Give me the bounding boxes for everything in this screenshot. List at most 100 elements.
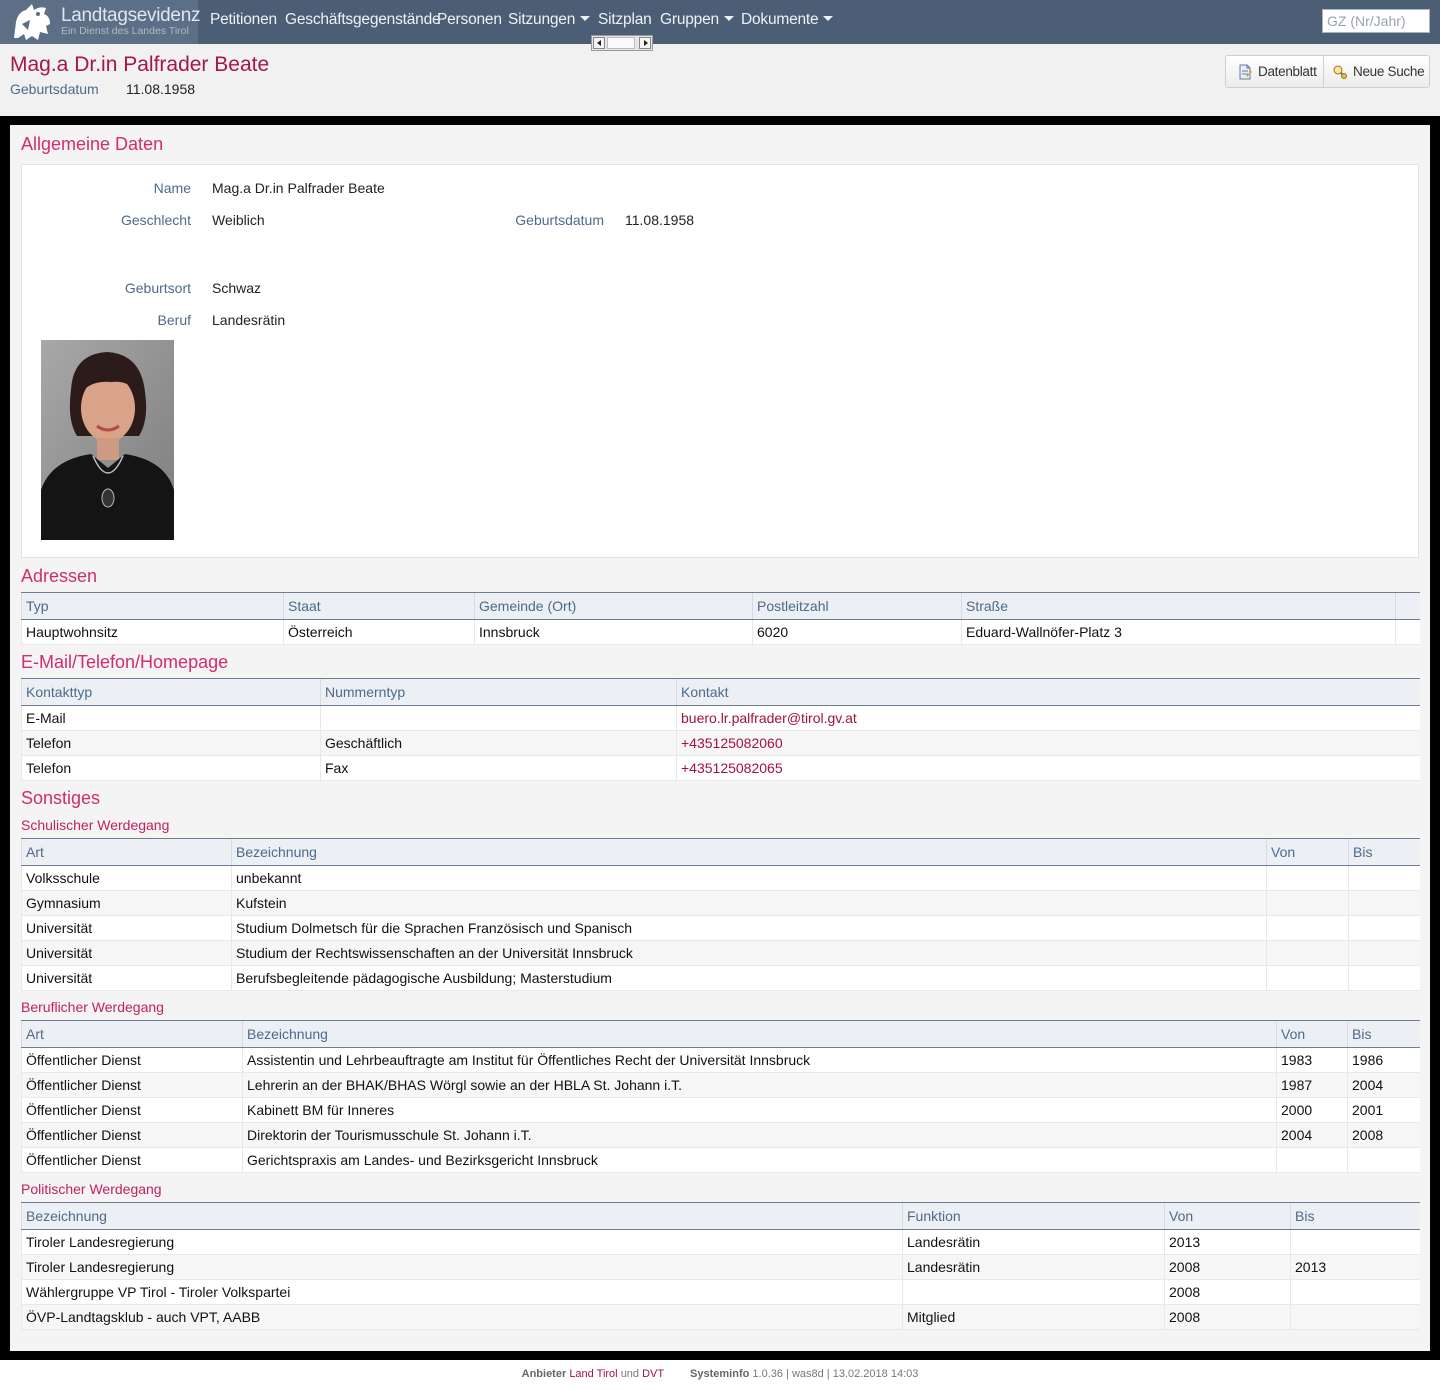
column-header[interactable]: Bis xyxy=(1347,1020,1420,1048)
cell: Universität xyxy=(21,940,232,966)
cell: Öffentlicher Dienst xyxy=(21,1097,243,1123)
nav-sitzplan[interactable]: Sitzplan xyxy=(598,11,652,29)
column-header[interactable]: Bezeichnung xyxy=(231,838,1267,866)
cell: Öffentlicher Dienst xyxy=(21,1072,243,1098)
column-header[interactable]: Kontakttyp xyxy=(21,678,321,706)
cell xyxy=(1266,865,1349,891)
nav-personen[interactable]: Personen xyxy=(437,11,502,29)
table-row[interactable]: Öffentlicher Dienst Lehrerin an der BHAK/… xyxy=(21,1072,1420,1098)
table-row[interactable]: Öffentlicher Dienst Kabinett BM für Inner… xyxy=(21,1097,1420,1123)
column-header[interactable]: Bis xyxy=(1290,1202,1420,1230)
section-title-sonstiges: Sonstiges xyxy=(21,788,101,808)
section-title-kontakte: E-Mail/Telefon/Homepage xyxy=(21,652,229,672)
datenblatt-button[interactable]: Datenblatt xyxy=(1237,56,1317,87)
column-header[interactable]: Von xyxy=(1164,1202,1291,1230)
table-header-row: Bezeichnung Funktion Von Bis xyxy=(21,1202,1420,1230)
cell: Volksschule xyxy=(21,865,232,891)
subtitle-politischer-werdegang: Politischer Werdegang xyxy=(21,1181,162,1197)
section-title-allgemeine-daten: Allgemeine Daten xyxy=(21,134,164,154)
cell: Fax xyxy=(320,755,677,781)
nav-horizontal-scrollbar[interactable] xyxy=(591,35,653,51)
table-row[interactable]: Gymnasium Kufstein xyxy=(21,890,1420,916)
table-header-row: Art Bezeichnung Von Bis xyxy=(21,838,1420,866)
column-header[interactable]: Nummerntyp xyxy=(320,678,677,706)
nav-petitionen[interactable]: Petitionen xyxy=(210,11,277,29)
cell: 2004 xyxy=(1276,1122,1348,1148)
scroll-right-arrow-icon[interactable] xyxy=(639,37,651,49)
column-header[interactable]: Von xyxy=(1276,1020,1348,1048)
table-row[interactable]: Wählergruppe VP Tirol - Tiroler Volkspar… xyxy=(21,1279,1420,1305)
cell: Studium Dolmetsch für die Sprachen Franz… xyxy=(231,915,1267,941)
table-row[interactable]: ÖVP-Landtagsklub - auch VPT, AABB Mitglie… xyxy=(21,1304,1420,1330)
column-header[interactable]: Postleitzahl xyxy=(752,592,962,620)
neue-suche-button[interactable]: Neue Suche xyxy=(1332,56,1425,87)
cell: unbekannt xyxy=(231,865,1267,891)
scroll-thumb[interactable] xyxy=(607,37,635,49)
cell: Landesrätin xyxy=(902,1229,1165,1255)
table-row[interactable]: Telefon Fax +435125082065 xyxy=(21,755,1420,781)
job-label: Beruf xyxy=(157,312,191,328)
column-header[interactable]: Von xyxy=(1266,838,1349,866)
column-header[interactable]: Staat xyxy=(283,592,475,620)
document-icon xyxy=(1239,64,1252,79)
nav-dokumente-dropdown[interactable]: Dokumente xyxy=(741,11,834,29)
brand[interactable]: Landtagsevidenz Ein Dienst des Landes Ti… xyxy=(0,0,200,44)
cell xyxy=(1348,965,1420,991)
table-row[interactable]: Öffentlicher Dienst Direktorin der Touris… xyxy=(21,1122,1420,1148)
column-header[interactable]: Art xyxy=(21,838,232,866)
column-header-empty xyxy=(1395,592,1420,620)
person-header: Mag.a Dr.in Palfrader Beate Geburtsdatum… xyxy=(0,44,1440,116)
nav-geschaeftsgegenstaende[interactable]: Geschäftsgegenstände xyxy=(285,11,441,29)
school-table: Art Bezeichnung Von Bis Volksschule unbek… xyxy=(21,838,1420,991)
footer-link-land-tirol[interactable]: Land Tirol xyxy=(569,1368,617,1380)
footer-link-dvt[interactable]: DVT xyxy=(642,1368,664,1380)
chevron-down-icon xyxy=(823,16,834,21)
cell: Telefon xyxy=(21,755,321,781)
chevron-down-icon xyxy=(723,16,734,21)
column-header[interactable]: Bezeichnung xyxy=(242,1020,1277,1048)
table-header-row: Art Bezeichnung Von Bis xyxy=(21,1020,1420,1048)
table-row[interactable]: Tiroler Landesregierung Landesrätin 2008 20… xyxy=(21,1254,1420,1280)
birthdate-label: Geburtsdatum xyxy=(515,212,604,228)
table-row[interactable]: Universität Studium Dolmetsch für die Spr… xyxy=(21,915,1420,941)
column-header[interactable]: Bezeichnung xyxy=(21,1202,903,1230)
scroll-left-arrow-icon[interactable] xyxy=(593,37,605,49)
email-link[interactable]: buero.lr.palfrader@tirol.gv.at xyxy=(676,705,1420,731)
table-row[interactable]: Öffentlicher Dienst Gerichtspraxis am Lan… xyxy=(21,1147,1420,1173)
cell: Universität xyxy=(21,965,232,991)
column-header[interactable]: Typ xyxy=(21,592,284,620)
gz-search-input[interactable] xyxy=(1322,9,1430,33)
datenblatt-label: Datenblatt xyxy=(1258,64,1317,79)
cell: Tiroler Landesregierung xyxy=(21,1229,903,1255)
fax-link[interactable]: +435125082065 xyxy=(676,755,1420,781)
cell: Assistentin und Lehrbeauftragte am Insti… xyxy=(242,1047,1277,1073)
cell xyxy=(1276,1147,1348,1173)
cell xyxy=(1266,915,1349,941)
table-row[interactable]: Universität Studium der Rechtswissenschaf… xyxy=(21,940,1420,966)
cell: Eduard-Wallnöfer-Platz 3 xyxy=(961,619,1396,645)
column-header[interactable]: Art xyxy=(21,1020,243,1048)
header-button-group: Datenblatt Neue Suche xyxy=(1225,55,1430,88)
table-row[interactable]: Universität Berufsbegleitende pädagogisch… xyxy=(21,965,1420,991)
nav-sitzungen-dropdown[interactable]: Sitzungen xyxy=(508,11,591,29)
cell: Tiroler Landesregierung xyxy=(21,1254,903,1280)
table-row[interactable]: Telefon Geschäftlich +435125082060 xyxy=(21,730,1420,756)
column-header[interactable]: Gemeinde (Ort) xyxy=(474,592,753,620)
table-row[interactable]: Volksschule unbekannt xyxy=(21,865,1420,891)
cell: 6020 xyxy=(752,619,962,645)
column-header[interactable]: Funktion xyxy=(902,1202,1165,1230)
nav-gruppen-dropdown[interactable]: Gruppen xyxy=(660,11,734,29)
footer-sysinfo-label: Systeminfo xyxy=(690,1368,750,1380)
table-row[interactable]: E-Mail buero.lr.palfrader@tirol.gv.at xyxy=(21,705,1420,731)
table-row[interactable]: Öffentlicher Dienst Assistentin und Lehrb… xyxy=(21,1047,1420,1073)
table-row[interactable]: Tiroler Landesregierung Landesrätin 2013 xyxy=(21,1229,1420,1255)
column-header[interactable]: Kontakt xyxy=(676,678,1420,706)
cell: 2013 xyxy=(1164,1229,1291,1255)
cell: Öffentlicher Dienst xyxy=(21,1147,243,1173)
phone-link[interactable]: +435125082060 xyxy=(676,730,1420,756)
column-header[interactable]: Bis xyxy=(1348,838,1420,866)
column-header[interactable]: Straße xyxy=(961,592,1396,620)
cell: Landesrätin xyxy=(902,1254,1165,1280)
footer-provider-label: Anbieter xyxy=(521,1368,567,1380)
table-row[interactable]: Hauptwohnsitz Österreich Innsbruck 6020 … xyxy=(21,619,1420,645)
